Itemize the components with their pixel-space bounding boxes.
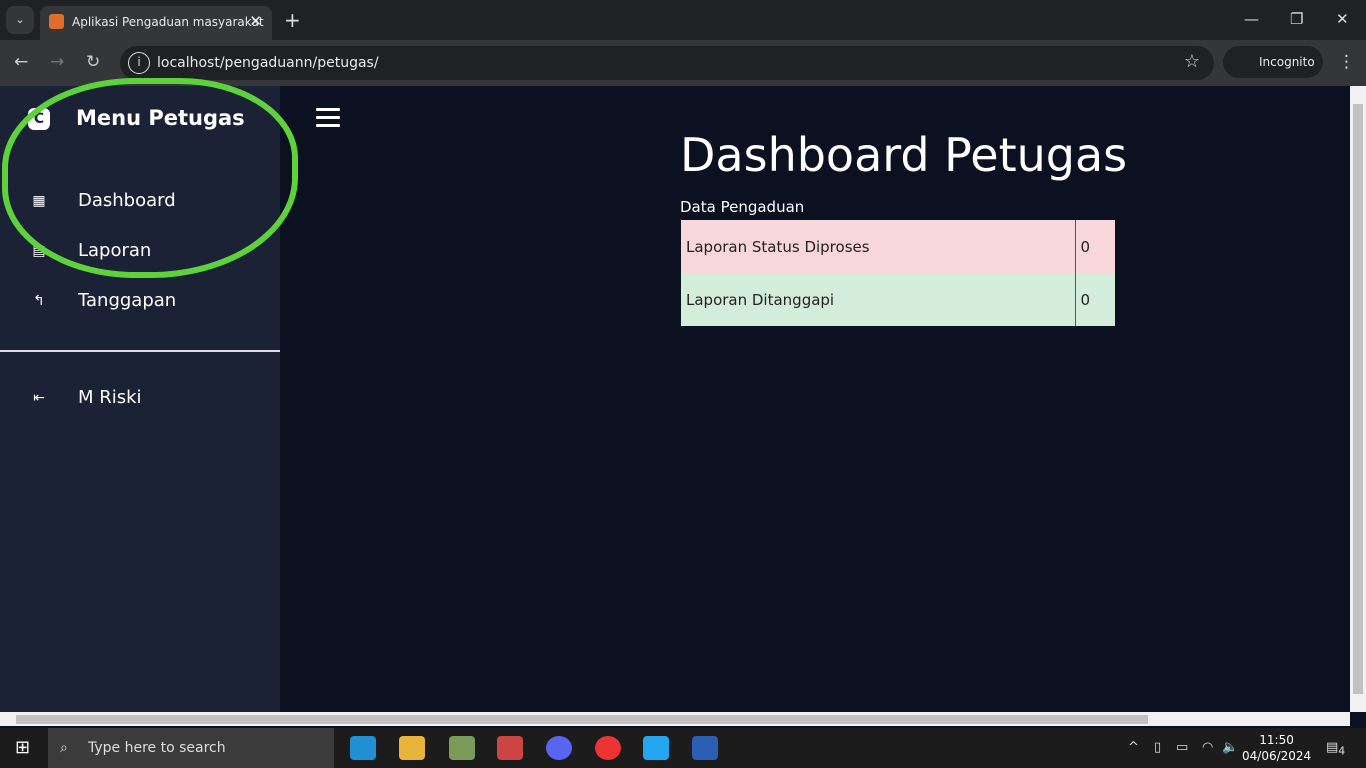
notification-count: 4 [1338,744,1346,758]
divider [0,350,280,352]
tab-bar: ⌄ Aplikasi Pengaduan masyarakat ✕ + — ❐ … [0,0,1366,40]
wifi-icon[interactable]: ◠ [1202,740,1213,755]
clock[interactable]: 11:50 04/06/2024 [1242,732,1311,764]
close-tab-icon[interactable]: ✕ [249,12,262,30]
app-icon[interactable] [449,736,475,760]
sidebar: C Menu Petugas ▦ Dashboard ▤ Laporan ↰ Tangg… [0,86,280,712]
url-text[interactable]: localhost/pengaduann/petugas/ [157,55,379,71]
app-icon[interactable] [497,736,523,760]
report-icon: ▤ [32,242,46,259]
sidebar-brand[interactable]: C Menu Petugas [28,106,245,130]
bookmark-star-icon[interactable]: ☆ [1184,51,1200,72]
volume-icon[interactable]: 🔈 [1222,740,1238,755]
discord-icon[interactable] [546,736,572,760]
user-name: M Riski [78,387,142,408]
row-value: 0 [1074,220,1115,273]
reply-icon: ↰ [33,292,45,309]
taskbar: ⊞ ⌕ Type here to search ^ ▯ ▭ ◠ 🔈 11:50 04… [0,728,1366,768]
vscode-icon[interactable] [643,736,669,760]
hamburger-menu-icon[interactable] [316,108,340,128]
tab-search-button[interactable]: ⌄ [6,6,34,34]
vertical-scrollbar[interactable] [1350,86,1366,712]
sidebar-item-tanggapan[interactable]: ↰ Tanggapan [28,290,176,311]
table-row: Laporan Ditanggapi 0 [681,273,1115,326]
sidebar-item-laporan[interactable]: ▤ Laporan [28,240,151,261]
stats-table: Laporan Status Diproses 0 Laporan Ditangg… [681,220,1115,326]
browser-tab[interactable]: Aplikasi Pengaduan masyarakat ✕ [40,6,272,40]
search-icon: ⌕ [60,740,68,756]
forward-button[interactable]: → [50,52,64,72]
horizontal-scrollbar[interactable] [0,712,1350,726]
reload-button[interactable]: ↻ [86,52,100,72]
close-window-button[interactable]: ✕ [1336,10,1349,28]
dashboard-icon: ▦ [32,192,46,209]
back-button[interactable]: ← [14,52,28,72]
row-value: 0 [1074,273,1115,326]
page-title: Dashboard Petugas [680,128,1128,182]
incognito-badge[interactable]: Incognito [1223,46,1323,78]
address-bar[interactable]: i localhost/pengaduann/petugas/ ☆ [120,46,1214,80]
usb-icon[interactable]: ▯ [1154,740,1161,755]
edge-icon[interactable] [350,736,376,760]
minimize-button[interactable]: — [1244,10,1259,28]
restore-button[interactable]: ❐ [1290,10,1303,28]
sidebar-item-dashboard[interactable]: ▦ Dashboard [28,190,176,211]
taskbar-search[interactable]: ⌕ Type here to search [48,728,334,768]
date: 04/06/2024 [1242,749,1312,763]
brand-title: Menu Petugas [76,106,245,130]
sidebar-item-label: Laporan [78,240,152,261]
battery-icon[interactable]: ▭ [1176,740,1188,755]
logo-icon: C [28,108,50,130]
logout-icon: ⇤ [33,389,45,406]
time: 11:50 [1259,733,1294,747]
favicon-icon [49,14,64,29]
tab-title: Aplikasi Pengaduan masyarakat [72,15,264,29]
address-bar-row: i localhost/pengaduann/petugas/ ☆ [0,40,1366,86]
browser-menu-icon[interactable]: ⋮ [1338,52,1355,72]
windows-start-icon[interactable]: ⊞ [15,737,30,758]
notifications-icon[interactable]: ▤4 [1326,740,1345,758]
sidebar-item-label: Dashboard [78,190,176,211]
new-tab-button[interactable]: + [284,8,301,32]
row-label: Laporan Status Diproses [686,237,870,256]
site-info-icon[interactable]: i [128,52,150,74]
file-explorer-icon[interactable] [399,736,425,760]
tray-chevron-icon[interactable]: ^ [1128,740,1139,755]
chrome-icon[interactable] [595,736,621,760]
word-icon[interactable] [692,736,718,760]
row-label: Laporan Ditanggapi [686,290,835,309]
sidebar-item-label: Tanggapan [78,290,177,311]
search-placeholder: Type here to search [88,740,226,756]
section-title: Data Pengaduan [680,198,805,216]
logout-user-link[interactable]: ⇤ M Riski [28,387,142,408]
table-row: Laporan Status Diproses 0 [681,220,1115,273]
